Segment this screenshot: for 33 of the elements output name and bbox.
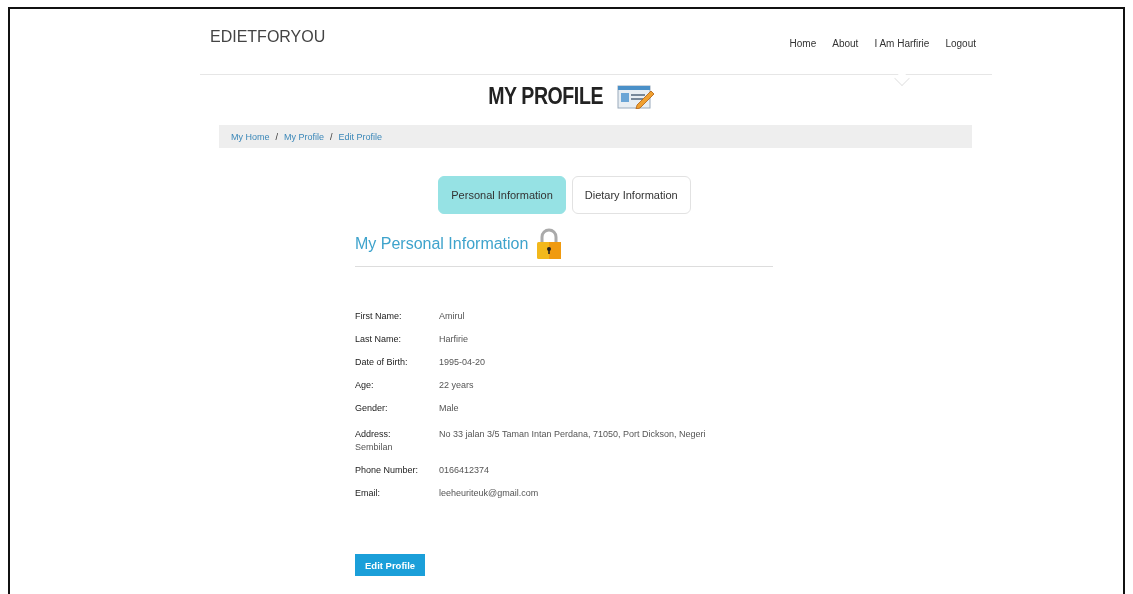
field-value: 0166412374 [439, 465, 490, 475]
tab[interactable]: Personal Information [438, 176, 566, 214]
field-value: 22 years [439, 380, 474, 390]
padlock-icon [536, 228, 563, 260]
field-value: Sembilan [355, 442, 393, 452]
field-label: Last Name: [355, 333, 403, 346]
tab[interactable]: Dietary Information [571, 176, 691, 214]
breadcrumb-separator: / [275, 131, 279, 142]
field-label: Email: [355, 487, 381, 500]
profile-card-icon [617, 83, 656, 109]
field-label: Age: [355, 379, 375, 392]
nav-link[interactable]: Home [781, 38, 825, 49]
field-label: Gender: [355, 402, 389, 415]
field-value: Male [439, 403, 459, 413]
field-value: Harfirie [439, 334, 468, 344]
field-label: Date of Birth: [355, 356, 409, 369]
page-title: MY PROFILE [488, 82, 603, 110]
nav-link[interactable]: Logout [937, 38, 984, 49]
breadcrumb-link[interactable]: My Profile [284, 131, 325, 142]
breadcrumb-separator: / [330, 131, 333, 142]
field-value: Amirul [439, 311, 465, 321]
field-value: No 33 jalan 3/5 Taman Intan Perdana, 71050, Port Dickson, Negeri [439, 429, 706, 439]
nav-link[interactable]: I Am Harfirie [866, 38, 938, 49]
field-value: leeheuriteuk@gmail.com [439, 488, 539, 498]
nav-link[interactable]: About [824, 38, 867, 49]
section-heading: My Personal Information [355, 235, 529, 253]
breadcrumb-link[interactable]: Edit Profile [338, 131, 383, 142]
field-value: 1995-04-20 [439, 357, 486, 367]
field-label: Phone Number: [355, 464, 420, 477]
field-label: Address: [355, 428, 392, 441]
brand-logo[interactable]: EDIETFORYOU [210, 27, 326, 46]
breadcrumb-link[interactable]: My Home [231, 131, 270, 142]
field-label: First Name: [355, 310, 403, 323]
